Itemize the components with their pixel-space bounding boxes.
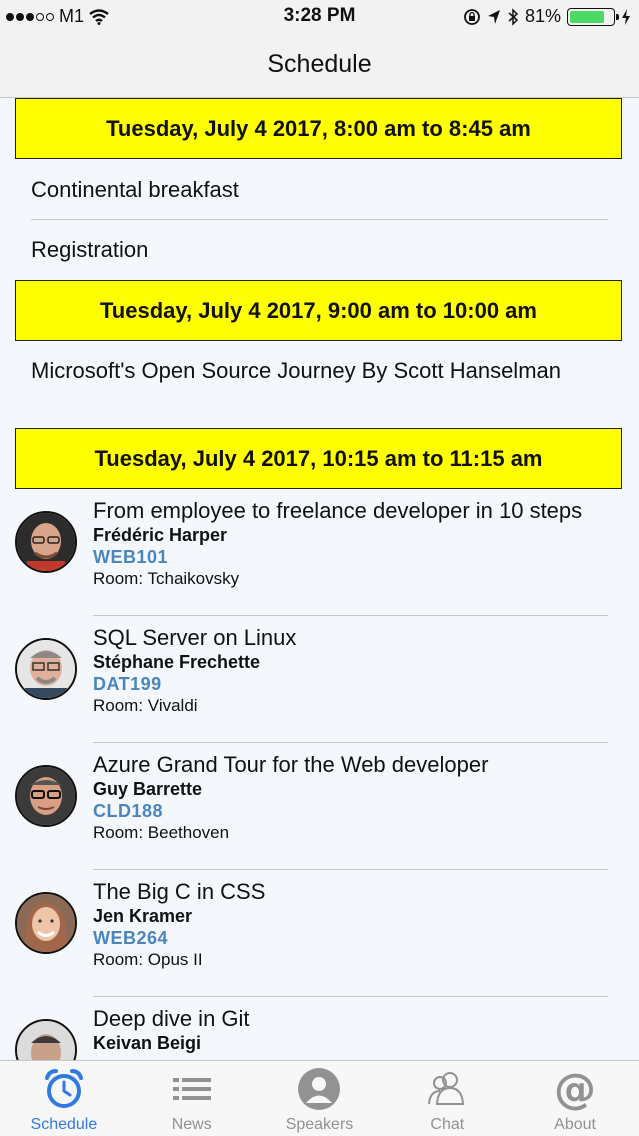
tab-schedule[interactable]: Schedule <box>0 1061 128 1136</box>
battery-level <box>570 10 605 23</box>
at-sign-icon: @ <box>554 1066 596 1112</box>
session-title: The Big C in CSS <box>93 879 266 904</box>
tab-chat[interactable]: Chat <box>383 1061 511 1136</box>
list-item[interactable]: Microsoft's Open Source Journey By Scott… <box>31 357 608 385</box>
time-slot-header: Tuesday, July 4 2017, 8:00 am to 8:45 am <box>15 98 622 159</box>
session-code: WEB264 <box>93 928 169 948</box>
session-row[interactable]: Deep dive in Git Keivan Beigi <box>0 997 639 1060</box>
speaker-name: Keivan Beigi <box>93 1033 202 1053</box>
time-slot-header: Tuesday, July 4 2017, 10:15 am to 11:15 … <box>15 428 622 489</box>
tab-label: About <box>554 1116 596 1133</box>
charging-bolt-icon <box>622 8 630 25</box>
tab-speakers[interactable]: Speakers <box>256 1061 384 1136</box>
svg-text:@: @ <box>554 1066 596 1112</box>
tab-label: News <box>171 1116 212 1133</box>
avatar <box>15 638 77 700</box>
session-row[interactable]: The Big C in CSS Jen Kramer WEB264 Room:… <box>0 870 639 997</box>
session-title: Deep dive in Git <box>93 1006 250 1031</box>
session-row[interactable]: From employee to freelance developer in … <box>0 489 639 616</box>
tab-news[interactable]: News <box>128 1061 256 1136</box>
tab-label: Schedule <box>30 1116 98 1133</box>
room-label: Room: Vivaldi <box>93 696 198 715</box>
session-row[interactable]: SQL Server on Linux Stéphane Frechette D… <box>0 616 639 743</box>
room-label: Room: Opus II <box>93 950 203 969</box>
session-row[interactable]: Azure Grand Tour for the Web developer G… <box>0 743 639 870</box>
room-label: Room: Beethoven <box>93 823 230 842</box>
status-bar: M1 3:28 PM 81% <box>0 0 639 34</box>
tab-label: Chat <box>430 1116 465 1133</box>
speaker-name: Guy Barrette <box>93 779 203 799</box>
location-arrow-icon <box>487 9 500 24</box>
divider <box>31 219 608 220</box>
session-code: WEB101 <box>93 547 169 567</box>
tab-label: Speakers <box>285 1116 354 1133</box>
list-icon <box>172 1078 211 1100</box>
orientation-lock-icon <box>464 8 480 25</box>
avatar <box>15 511 77 573</box>
page-title: Schedule <box>267 50 372 78</box>
speaker-name: Frédéric Harper <box>93 525 228 545</box>
people-icon <box>428 1072 465 1105</box>
session-title: Azure Grand Tour for the Web developer <box>93 752 489 777</box>
schedule-list[interactable]: Tuesday, July 4 2017, 8:00 am to 8:45 am… <box>0 98 639 1060</box>
person-icon <box>298 1068 341 1110</box>
list-item[interactable]: Continental breakfast <box>31 176 608 204</box>
session-code: CLD188 <box>93 801 164 821</box>
speaker-name: Jen Kramer <box>93 906 193 926</box>
session-title: From employee to freelance developer in … <box>93 498 583 523</box>
navigation-bar: Schedule <box>0 34 639 98</box>
battery-percent: 81% <box>524 6 561 26</box>
tab-about[interactable]: @ About <box>511 1061 639 1136</box>
session-code: DAT199 <box>93 674 162 694</box>
tab-bar: Schedule News Speakers Chat @ About <box>0 1060 639 1136</box>
avatar <box>15 765 77 827</box>
bluetooth-icon <box>508 7 519 26</box>
session-title: SQL Server on Linux <box>93 625 297 650</box>
speaker-name: Stéphane Frechette <box>93 652 261 672</box>
battery-icon <box>567 7 619 26</box>
list-item[interactable]: Registration <box>31 236 608 264</box>
alarm-clock-icon <box>44 1069 83 1108</box>
avatar <box>15 892 77 954</box>
room-label: Room: Tchaikovsky <box>93 569 240 588</box>
time-slot-header: Tuesday, July 4 2017, 9:00 am to 10:00 a… <box>15 280 622 341</box>
status-right: 81% <box>463 6 631 27</box>
avatar <box>15 1019 77 1060</box>
